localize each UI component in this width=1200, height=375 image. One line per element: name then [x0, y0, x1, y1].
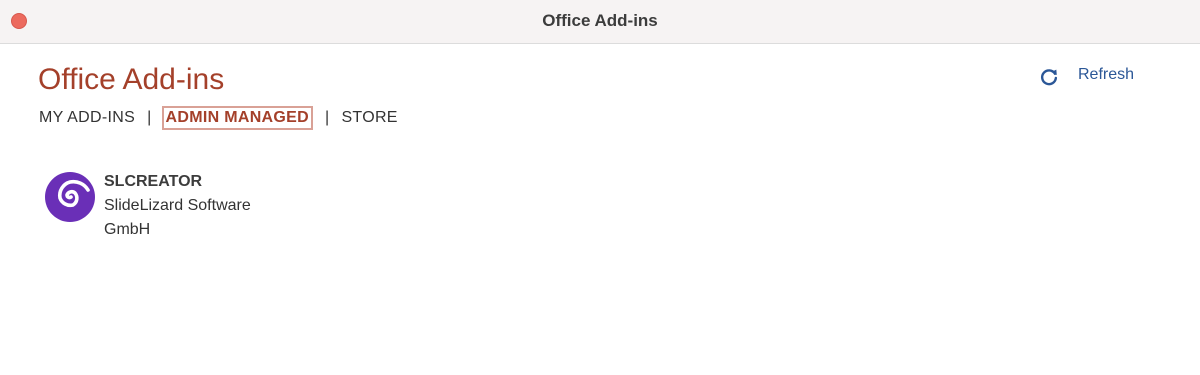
tab-store[interactable]: STORE	[341, 109, 397, 127]
title-bar: Office Add-ins	[0, 0, 1200, 44]
refresh-icon	[1040, 69, 1058, 86]
refresh-button[interactable]: Refresh	[1038, 62, 1134, 88]
addin-publisher: SlideLizard Software GmbH	[104, 197, 251, 238]
spiral-icon	[45, 172, 95, 222]
tab-separator: |	[324, 109, 330, 126]
tab-separator: |	[147, 109, 152, 126]
page-title: Office Add-ins	[38, 63, 225, 96]
addin-item-slcreator[interactable]: SLCREATOR SlideLizard Software GmbH	[44, 170, 284, 242]
tab-my-addins[interactable]: MY ADD-INS	[39, 109, 135, 127]
refresh-label: Refresh	[1078, 66, 1135, 83]
addin-details: SLCREATOR SlideLizard Software GmbH	[104, 170, 284, 242]
addin-tabs: MY ADD-INS | ADMIN MANAGED | STORE	[39, 106, 398, 130]
window-title: Office Add-ins	[542, 11, 658, 30]
addin-name: SLCREATOR	[104, 173, 203, 190]
tab-admin-managed[interactable]: ADMIN MANAGED	[161, 106, 313, 130]
office-addins-window: Office Add-ins Office Add-ins Refresh MY…	[0, 0, 1200, 375]
